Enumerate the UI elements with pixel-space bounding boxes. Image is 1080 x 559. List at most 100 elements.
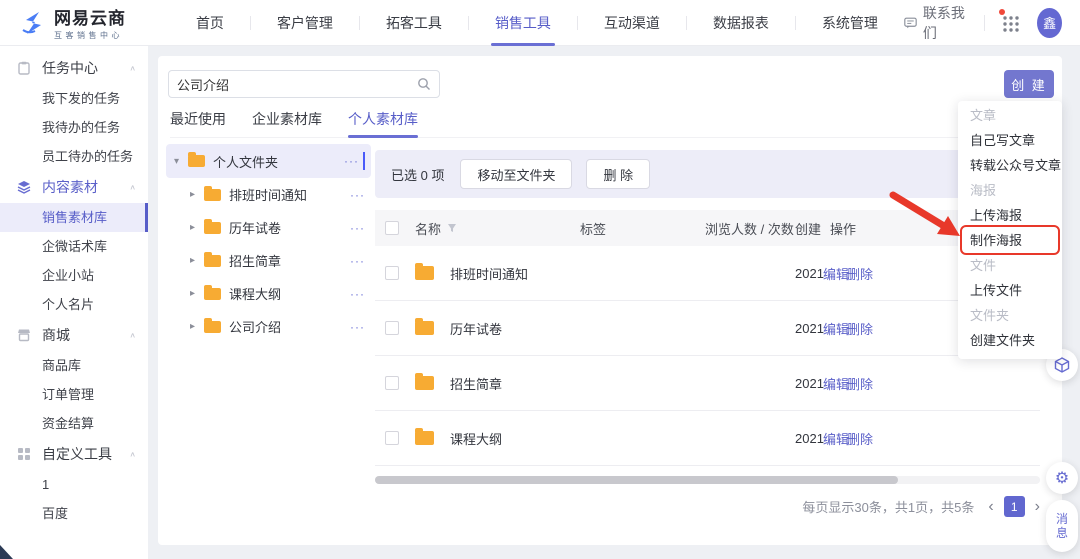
scrollbar-thumb[interactable] — [375, 476, 898, 484]
contact-us-button[interactable]: 联系我们 — [904, 3, 968, 43]
nav-system-management[interactable]: 系统管理 — [796, 0, 904, 46]
row-checkbox[interactable] — [385, 266, 399, 280]
tab-enterprise-library[interactable]: 企业素材库 — [252, 106, 322, 137]
nav-sales-tools[interactable]: 销售工具 — [469, 0, 577, 46]
sidebar-section-custom-tools[interactable]: 自定义工具 ∧ — [0, 438, 148, 470]
sidebar-item-custom-1[interactable]: 1 — [0, 470, 148, 499]
user-avatar[interactable]: 鑫 — [1037, 7, 1062, 38]
menu-item-make-poster[interactable]: 制作海报 — [958, 228, 1062, 253]
sidebar-item-fund-settlement[interactable]: 资金结算 — [0, 409, 148, 438]
create-button[interactable]: 创 建 — [1004, 70, 1054, 98]
delete-link[interactable]: 删除 — [847, 264, 873, 283]
caret-right-icon[interactable]: ▸ — [190, 288, 204, 299]
row-checkbox[interactable] — [385, 376, 399, 390]
search-input[interactable] — [169, 76, 417, 92]
row-name[interactable]: 排班时间通知 — [450, 264, 528, 283]
collapse-icon[interactable]: ∧ — [129, 331, 136, 340]
tree-node-past-exams[interactable]: ▸ 历年试卷 ··· — [166, 211, 371, 244]
folder-icon — [415, 318, 434, 335]
more-actions-icon[interactable]: ··· — [350, 188, 365, 202]
collapse-icon[interactable]: ∧ — [129, 183, 136, 192]
edit-link[interactable]: 编辑 — [823, 429, 849, 448]
caret-down-icon[interactable]: ▾ — [174, 156, 188, 167]
select-all-checkbox[interactable] — [385, 221, 399, 235]
sidebar-item-company-site[interactable]: 企业小站 — [0, 261, 148, 290]
sidebar-item-wecom-scripts[interactable]: 企微话术库 — [0, 232, 148, 261]
tree-node-course-outline[interactable]: ▸ 课程大纲 ··· — [166, 277, 371, 310]
menu-item-upload-poster[interactable]: 上传海报 — [958, 203, 1062, 228]
sidebar-section-content-materials[interactable]: 内容素材 ∧ — [0, 171, 148, 203]
menu-item-upload-file[interactable]: 上传文件 — [958, 278, 1062, 303]
collapse-icon[interactable]: ∧ — [129, 64, 136, 73]
menu-item-create-folder[interactable]: 创建文件夹 — [958, 328, 1062, 353]
more-actions-icon[interactable]: ··· — [344, 154, 359, 168]
sidebar-item-tasks-todo[interactable]: 我待办的任务 — [0, 113, 148, 142]
sidebar-section-task-center[interactable]: 任务中心 ∧ — [0, 52, 148, 84]
row-name[interactable]: 招生简章 — [450, 374, 502, 393]
logo-subtitle: 互客销售中心 — [54, 31, 123, 40]
page-number[interactable]: 1 — [1003, 496, 1025, 517]
row-name[interactable]: 历年试卷 — [450, 319, 502, 338]
row-checkbox[interactable] — [385, 431, 399, 445]
table-header: 名称 标签 浏览人数 / 次数 创建 操作 — [375, 210, 1040, 246]
next-page-icon[interactable]: › — [1035, 497, 1040, 517]
sidebar-item-personal-card[interactable]: 个人名片 — [0, 290, 148, 319]
logo-icon — [22, 11, 41, 34]
caret-right-icon[interactable]: ▸ — [190, 321, 204, 332]
nav-interaction-channels[interactable]: 互动渠道 — [578, 0, 686, 46]
caret-right-icon[interactable]: ▸ — [190, 222, 204, 233]
tree-node-label: 历年试卷 — [229, 221, 282, 236]
edit-link[interactable]: 编辑 — [823, 319, 849, 338]
tree-node-admission-brochure[interactable]: ▸ 招生简章 ··· — [166, 244, 371, 277]
folder-tree: ▾ 个人文件夹 ··· ▸ 排班时间通知 ··· ▸ 历年试卷 ··· ▸ 招生… — [166, 144, 371, 343]
message-button[interactable]: 消 息 — [1046, 500, 1078, 552]
app-grid-icon — [1003, 15, 1019, 32]
row-checkbox[interactable] — [385, 321, 399, 335]
sidebar-section-mall[interactable]: 商城 ∧ — [0, 319, 148, 351]
tree-root-personal-folder[interactable]: ▾ 个人文件夹 ··· — [166, 144, 371, 178]
menu-item-write-article[interactable]: 自己写文章 — [958, 128, 1062, 153]
settings-button[interactable]: ⚙ — [1046, 462, 1078, 494]
filter-icon[interactable] — [447, 223, 457, 233]
move-to-folder-button[interactable]: 移动至文件夹 — [460, 159, 573, 189]
delete-link[interactable]: 删除 — [847, 374, 873, 393]
search-box — [168, 70, 440, 98]
sidebar-item-order-management[interactable]: 订单管理 — [0, 380, 148, 409]
delete-link[interactable]: 删除 — [847, 429, 873, 448]
search-icon[interactable] — [417, 77, 431, 91]
caret-right-icon[interactable]: ▸ — [190, 189, 204, 200]
delete-button[interactable]: 删 除 — [586, 159, 651, 189]
prev-page-icon[interactable]: ‹ — [988, 497, 993, 517]
delete-link[interactable]: 删除 — [847, 319, 873, 338]
collapse-icon[interactable]: ∧ — [129, 450, 136, 459]
sidebar-item-baidu[interactable]: 百度 — [0, 499, 148, 528]
more-actions-icon[interactable]: ··· — [350, 287, 365, 301]
row-name[interactable]: 课程大纲 — [450, 429, 502, 448]
edit-link[interactable]: 编辑 — [823, 374, 849, 393]
menu-item-repost-official-article[interactable]: 转载公众号文章 — [958, 153, 1062, 178]
more-actions-icon[interactable]: ··· — [350, 221, 365, 235]
nav-customer-management[interactable]: 客户管理 — [251, 0, 359, 46]
edit-link[interactable]: 编辑 — [823, 264, 849, 283]
tab-recently-used[interactable]: 最近使用 — [170, 106, 226, 137]
caret-right-icon[interactable]: ▸ — [190, 255, 204, 266]
more-actions-icon[interactable]: ··· — [350, 320, 365, 334]
tree-node-shift-notice[interactable]: ▸ 排班时间通知 ··· — [166, 178, 371, 211]
column-views: 浏览人数 / 次数 — [705, 221, 794, 237]
nav-home[interactable]: 首页 — [170, 0, 250, 46]
sidebar-item-tasks-issued[interactable]: 我下发的任务 — [0, 84, 148, 113]
sidebar-item-product-library[interactable]: 商品库 — [0, 351, 148, 380]
more-actions-icon[interactable]: ··· — [350, 254, 365, 268]
app-grid-button[interactable] — [999, 8, 1021, 33]
cube-icon — [1054, 357, 1070, 373]
text-cursor-bar — [363, 152, 365, 170]
tree-node-company-intro[interactable]: ▸ 公司介绍 ··· — [166, 310, 371, 343]
app-logo[interactable]: 网易云商 互客销售中心 — [20, 4, 154, 41]
nav-prospecting-tools[interactable]: 拓客工具 — [360, 0, 468, 46]
nav-data-reports[interactable]: 数据报表 — [687, 0, 795, 46]
material-tabs: 最近使用 企业素材库 个人素材库 — [170, 106, 1050, 138]
tab-personal-library[interactable]: 个人素材库 — [348, 106, 418, 138]
sidebar-item-employee-tasks[interactable]: 员工待办的任务 — [0, 142, 148, 171]
sidebar-item-sales-material-library[interactable]: 销售素材库 — [0, 203, 148, 232]
sidebar: 任务中心 ∧ 我下发的任务 我待办的任务 员工待办的任务 内容素材 ∧ 销售素材… — [0, 46, 148, 559]
